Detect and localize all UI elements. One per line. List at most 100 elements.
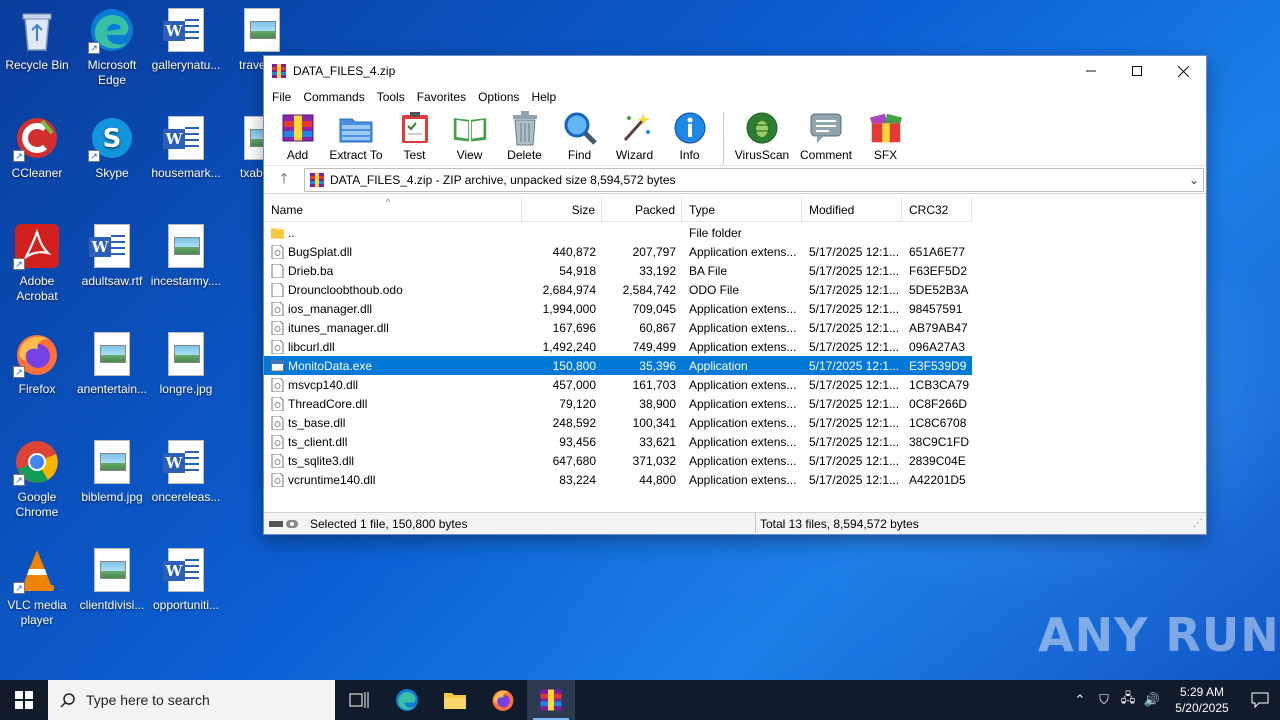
file-size: 1,994,000 [542, 301, 596, 316]
desktop-icon-biblemd[interactable]: biblemd.jpg [75, 438, 149, 505]
column-header-type[interactable]: Type [682, 198, 802, 221]
comment-button[interactable]: Comment [794, 110, 858, 162]
task-view-icon [349, 692, 369, 708]
desktop-icon-label: Adobe Acrobat [16, 274, 58, 303]
file-row[interactable]: ThreadCore.dll 79,120 38,900 Application ex… [264, 394, 972, 413]
file-row[interactable]: ts_client.dll 93,456 33,621 Application ext… [264, 432, 972, 451]
image-file-icon [162, 330, 210, 378]
sort-ascending-icon: ^ [386, 197, 391, 207]
find-button[interactable]: Find [552, 110, 607, 162]
start-button[interactable] [0, 680, 48, 720]
file-row[interactable]: MonitoData.exe 150,800 35,396 Application 5/… [264, 356, 972, 375]
shortcut-arrow-icon: ↗ [88, 150, 100, 162]
info-button[interactable]: Info [662, 110, 717, 162]
desktop-icon-skype[interactable]: S ↗ Skype [75, 114, 149, 181]
chevron-up-icon[interactable]: ⌃ [1068, 692, 1092, 708]
view-button[interactable]: View [442, 110, 497, 162]
desktop-icon-label: Skype [95, 166, 129, 180]
menu-file[interactable]: File [266, 90, 297, 104]
delete-button[interactable]: Delete [497, 110, 552, 162]
shortcut-arrow-icon: ↗ [13, 366, 25, 378]
sfx-label: SFX [873, 148, 898, 162]
taskbar-firefox[interactable] [479, 680, 527, 720]
clock[interactable]: 5:29 AM 5/20/2025 [1164, 684, 1240, 716]
desktop-icon-longre[interactable]: longre.jpg [149, 330, 223, 397]
taskbar-edge[interactable] [383, 680, 431, 720]
desktop-icon-ccleaner[interactable]: ↗ CCleaner [0, 114, 74, 181]
menu-tools[interactable]: Tools [371, 90, 411, 104]
minimize-button[interactable] [1068, 56, 1114, 86]
column-header-crc32[interactable]: CRC32 [902, 198, 972, 221]
file-rows: .. File folder BugSplat.dll 440,872 207,797 A… [264, 223, 972, 489]
file-packed: 207,797 [632, 244, 676, 259]
taskbar-search-box[interactable]: Type here to search [48, 680, 335, 720]
file-row[interactable]: Drieb.ba 54,918 33,192 BA File 5/17/2025 12:… [264, 261, 972, 280]
menu-options[interactable]: Options [472, 90, 525, 104]
desktop-icon-adultsaw[interactable]: W adultsaw.rtf [75, 222, 149, 289]
file-type: File folder [689, 225, 742, 240]
archive-path-field[interactable]: DATA_FILES_4.zip - ZIP archive, unpacked… [304, 167, 1204, 192]
file-name: itunes_manager.dll [288, 320, 389, 335]
recycle-bin-icon [13, 6, 61, 54]
network-icon[interactable]: 🖧 [1116, 689, 1140, 711]
close-button[interactable] [1160, 56, 1206, 86]
desktop-icon-adobe-acrobat[interactable]: ↗ Adobe Acrobat [0, 222, 74, 304]
desktop-icon-anentertain[interactable]: anentertain... [75, 330, 149, 397]
desktop-icon-gallerynatu[interactable]: W gallerynatu... [149, 6, 223, 73]
file-packed: 38,900 [639, 396, 676, 411]
sfx-button[interactable]: SFX [858, 110, 913, 162]
desktop-icon-housemark[interactable]: W housemark... [149, 114, 223, 181]
file-row[interactable]: BugSplat.dll 440,872 207,797 Application ex… [264, 242, 972, 261]
volume-icon[interactable]: 🔊 [1140, 692, 1164, 708]
title-bar[interactable]: DATA_FILES_4.zip [264, 56, 1206, 86]
desktop-icon-vlc[interactable]: ↗ VLC media player [0, 546, 74, 628]
file-row[interactable]: msvcp140.dll 457,000 161,703 Application ex… [264, 375, 972, 394]
menu-commands[interactable]: Commands [297, 90, 370, 104]
desktop-icon-label: CCleaner [11, 166, 63, 180]
desktop-icon-recycle-bin[interactable]: Recycle Bin [0, 6, 74, 73]
column-header-modified[interactable]: Modified [802, 198, 902, 221]
file-type: Application extens... [689, 472, 797, 487]
test-button[interactable]: Test [387, 110, 442, 162]
shortcut-arrow-icon: ↗ [13, 582, 25, 594]
column-header-name[interactable]: Name ^ [264, 197, 522, 221]
desktop-icon-google-chrome[interactable]: ↗ Google Chrome [0, 438, 74, 520]
file-row[interactable]: ts_sqlite3.dll 647,680 371,032 Application … [264, 451, 972, 470]
file-name-cell: ios_manager.dll [264, 301, 522, 316]
file-row[interactable]: libcurl.dll 1,492,240 749,499 Application e… [264, 337, 972, 356]
resize-grip-icon[interactable]: ⋰ [1193, 518, 1203, 529]
file-row[interactable]: Drouncloobthoub.odo 2,684,974 2,584,742 ODO… [264, 280, 972, 299]
wizard-button[interactable]: Wizard [607, 110, 662, 162]
taskbar-file-explorer[interactable] [431, 680, 479, 720]
maximize-button[interactable] [1114, 56, 1160, 86]
address-bar: 🡑 DATA_FILES_4.zip - ZIP archive, unpack… [264, 166, 1206, 194]
security-icon[interactable]: ⛉ [1092, 692, 1116, 708]
column-header-packed[interactable]: Packed [602, 198, 682, 221]
taskbar-winrar[interactable] [527, 680, 575, 720]
desktop-icon-incestarmy[interactable]: incestarmy.... [149, 222, 223, 289]
file-row[interactable]: itunes_manager.dll 167,696 60,867 Applicati… [264, 318, 972, 337]
file-modified: 5/17/2025 12:1... [809, 415, 900, 430]
desktop-icon-firefox[interactable]: ↗ Firefox [0, 330, 74, 397]
file-row[interactable]: vcruntime140.dll 83,224 44,800 Application … [264, 470, 972, 489]
desktop-icon-oncereleas[interactable]: W oncereleas... [149, 438, 223, 505]
desktop-icon-opportuniti[interactable]: W opportuniti... [149, 546, 223, 613]
add-button[interactable]: Add [270, 110, 325, 162]
file-name-cell: Drieb.ba [264, 263, 522, 278]
file-row[interactable]: .. File folder [264, 223, 972, 242]
extract-to-button[interactable]: Extract To [325, 110, 387, 162]
file-row[interactable]: ios_manager.dll 1,994,000 709,045 Applicati… [264, 299, 972, 318]
desktop-icon-microsoft-edge[interactable]: ↗ Microsoft Edge [75, 6, 149, 88]
menu-favorites[interactable]: Favorites [411, 90, 472, 104]
up-arrow-icon[interactable]: 🡑 [264, 168, 304, 192]
notifications-button[interactable] [1240, 692, 1280, 708]
chevron-down-icon[interactable]: ⌄ [1185, 173, 1203, 187]
desktop-icon-clientdivisi[interactable]: clientdivisi... [75, 546, 149, 613]
menu-help[interactable]: Help [525, 90, 562, 104]
task-view-button[interactable] [335, 680, 383, 720]
virusscan-button[interactable]: VirusScan [730, 110, 794, 162]
file-name-cell: .. [264, 226, 522, 240]
file-row[interactable]: ts_base.dll 248,592 100,341 Application ext… [264, 413, 972, 432]
column-header-size[interactable]: Size [522, 198, 602, 221]
file-size: 93,456 [559, 434, 596, 449]
